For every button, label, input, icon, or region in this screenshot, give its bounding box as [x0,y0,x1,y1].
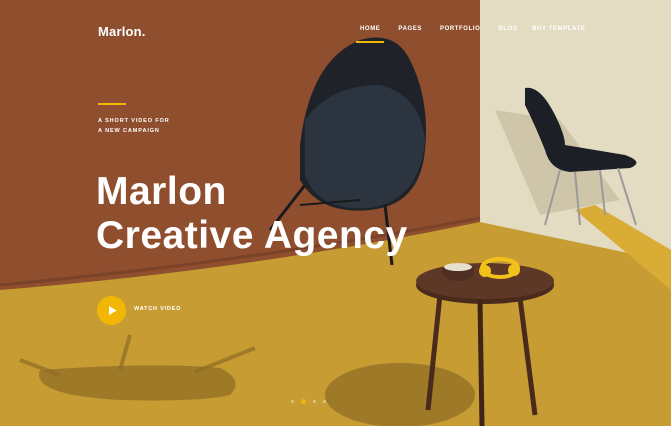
slider-pagination [291,399,326,404]
slider-dot-1[interactable] [291,400,294,403]
hero-title-line2: Creative Agency [96,214,408,257]
hero-title: Marlon Creative Agency [96,170,408,258]
nav-item-blog[interactable]: BLOG [498,26,518,42]
main-navigation: HOME PAGES PORTFOLIO BLOG BUY TEMPLATE [355,26,603,43]
slider-dot-3[interactable] [313,400,316,403]
accent-divider [98,103,126,105]
nav-item-pages[interactable]: PAGES [398,26,422,42]
nav-item-home[interactable]: HOME [355,26,385,43]
slider-dot-4[interactable] [323,400,326,403]
slider-dot-2[interactable] [301,399,306,404]
hero-kicker-line2: A NEW CAMPAIGN [98,128,160,134]
nav-item-portfolio[interactable]: PORTFOLIO [440,26,480,42]
hero-kicker-line1: A SHORT VIDEO FOR [98,118,170,124]
hero-title-line1: Marlon [96,170,227,213]
hero-section: Marlon. HOME PAGES PORTFOLIO BLOG BUY TE… [0,0,671,426]
play-video-button[interactable] [97,296,126,325]
site-logo[interactable]: Marlon. [98,24,146,39]
nav-item-buy-template[interactable]: BUY TEMPLATE [532,26,585,42]
watch-video-link[interactable]: WATCH VIDEO [134,306,181,312]
play-icon [109,306,117,315]
hero-kicker: A SHORT VIDEO FOR A NEW CAMPAIGN [98,116,170,136]
